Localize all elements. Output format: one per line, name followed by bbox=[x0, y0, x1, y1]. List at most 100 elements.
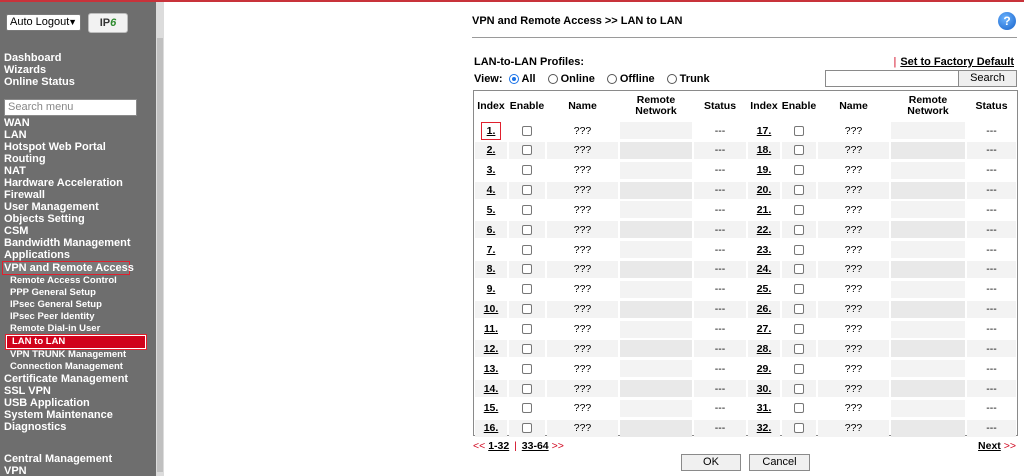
profile-index-link[interactable]: 2. bbox=[487, 144, 496, 156]
profile-index-link[interactable]: 19. bbox=[757, 164, 772, 176]
pager-next-arrow[interactable]: >> bbox=[552, 440, 564, 452]
cancel-button[interactable]: Cancel bbox=[749, 454, 810, 471]
menu-item-ssl-vpn[interactable]: SSL VPN bbox=[4, 385, 146, 397]
submenu-item-lan-to-lan[interactable]: LAN to LAN bbox=[5, 334, 147, 350]
profile-index-link[interactable]: 22. bbox=[757, 224, 772, 236]
enable-checkbox[interactable] bbox=[794, 304, 804, 315]
menu-item-applications[interactable]: Applications bbox=[4, 249, 146, 261]
menu-item-objects-setting[interactable]: Objects Setting bbox=[4, 213, 146, 225]
profile-search-input[interactable] bbox=[825, 70, 959, 87]
enable-checkbox[interactable] bbox=[794, 204, 804, 215]
menu-item-user-management[interactable]: User Management bbox=[4, 201, 146, 213]
profile-index-link[interactable]: 31. bbox=[757, 402, 772, 414]
menu-item-system-maintenance[interactable]: System Maintenance bbox=[4, 409, 146, 421]
menu-item-diagnostics[interactable]: Diagnostics bbox=[4, 421, 146, 433]
submenu-item-ppp-general-setup[interactable]: PPP General Setup bbox=[4, 287, 146, 299]
profile-index-link[interactable]: 17. bbox=[757, 125, 772, 137]
page-link-33-64[interactable]: 33-64 bbox=[522, 440, 549, 452]
enable-checkbox[interactable] bbox=[794, 145, 804, 156]
menu-item-bandwidth-management[interactable]: Bandwidth Management bbox=[4, 237, 146, 249]
profile-index-link[interactable]: 3. bbox=[487, 164, 496, 176]
enable-checkbox[interactable] bbox=[794, 324, 804, 334]
profile-index-link[interactable]: 28. bbox=[757, 343, 772, 355]
next-page-link[interactable]: Next bbox=[978, 440, 1001, 452]
profile-index-link[interactable]: 1. bbox=[480, 121, 502, 140]
profile-index-link[interactable]: 13. bbox=[484, 363, 499, 375]
view-radio-offline[interactable] bbox=[606, 74, 617, 84]
enable-checkbox[interactable] bbox=[794, 284, 804, 295]
search-button[interactable]: Search bbox=[958, 70, 1017, 87]
view-radio-all[interactable] bbox=[508, 74, 519, 84]
submenu-item-ipsec-general-setup[interactable]: IPsec General Setup bbox=[4, 299, 146, 311]
enable-checkbox[interactable] bbox=[794, 264, 804, 275]
enable-checkbox[interactable] bbox=[522, 244, 532, 255]
enable-checkbox[interactable] bbox=[522, 423, 532, 434]
page-link-1-32[interactable]: 1-32 bbox=[488, 440, 509, 452]
menu-item-nat[interactable]: NAT bbox=[4, 165, 146, 177]
profile-index-link[interactable]: 21. bbox=[757, 204, 772, 216]
menu-item-firewall[interactable]: Firewall bbox=[4, 189, 146, 201]
enable-checkbox[interactable] bbox=[522, 165, 532, 176]
submenu-item-ipsec-peer-identity[interactable]: IPsec Peer Identity bbox=[4, 311, 146, 323]
help-icon[interactable]: ? bbox=[998, 12, 1016, 30]
enable-checkbox[interactable] bbox=[794, 403, 804, 414]
ipv6-icon[interactable]: IP6 bbox=[88, 13, 128, 33]
ok-button[interactable]: OK bbox=[681, 454, 741, 471]
menu-item-dashboard[interactable]: Dashboard bbox=[4, 52, 75, 64]
enable-checkbox[interactable] bbox=[794, 125, 804, 136]
menu-item-wan[interactable]: WAN bbox=[4, 117, 146, 129]
menu-item-vpn-remote-access[interactable]: VPN and Remote Access bbox=[2, 261, 134, 275]
pager-prev-arrow[interactable]: << bbox=[473, 440, 485, 452]
next-page-arrow[interactable]: >> bbox=[1004, 440, 1016, 452]
profile-index-link[interactable]: 4. bbox=[487, 184, 496, 196]
profile-index-link[interactable]: 32. bbox=[757, 422, 772, 434]
menu-item-csm[interactable]: CSM bbox=[4, 225, 146, 237]
profile-index-link[interactable]: 9. bbox=[487, 283, 496, 295]
menu-item-usb-application[interactable]: USB Application bbox=[4, 397, 146, 409]
menu-item-wizards[interactable]: Wizards bbox=[4, 64, 75, 76]
search-menu-input[interactable]: Search menu bbox=[4, 99, 137, 116]
menu-item-lan[interactable]: LAN bbox=[4, 129, 146, 141]
enable-checkbox[interactable] bbox=[522, 403, 532, 414]
profile-index-link[interactable]: 23. bbox=[757, 244, 772, 256]
submenu-item-remote-dial-in-user[interactable]: Remote Dial-in User bbox=[4, 323, 146, 335]
profile-index-link[interactable]: 24. bbox=[757, 263, 772, 275]
profile-index-link[interactable]: 25. bbox=[757, 283, 772, 295]
submenu-item-remote-access-control[interactable]: Remote Access Control bbox=[4, 275, 146, 287]
view-radio-trunk[interactable] bbox=[666, 74, 677, 84]
profile-index-link[interactable]: 10. bbox=[484, 303, 499, 315]
menu-item-hardware-acceleration[interactable]: Hardware Acceleration bbox=[4, 177, 146, 189]
enable-checkbox[interactable] bbox=[794, 185, 804, 196]
menu-item-vpn[interactable]: VPN bbox=[4, 465, 112, 476]
menu-item-hotspot-web-portal[interactable]: Hotspot Web Portal bbox=[4, 141, 146, 153]
profile-index-link[interactable]: 20. bbox=[757, 184, 772, 196]
enable-checkbox[interactable] bbox=[794, 244, 804, 255]
auto-logout-select[interactable]: Auto Logout ▼ bbox=[6, 14, 81, 31]
enable-checkbox[interactable] bbox=[522, 324, 532, 334]
profile-index-link[interactable]: 5. bbox=[487, 204, 496, 216]
profile-index-link[interactable]: 29. bbox=[757, 363, 772, 375]
profile-index-link[interactable]: 26. bbox=[757, 303, 772, 315]
enable-checkbox[interactable] bbox=[794, 363, 804, 374]
enable-checkbox[interactable] bbox=[794, 224, 804, 235]
menu-item-central-management[interactable]: Central Management bbox=[4, 453, 112, 465]
profile-index-link[interactable]: 7. bbox=[487, 244, 496, 256]
profile-index-link[interactable]: 30. bbox=[757, 383, 772, 395]
enable-checkbox[interactable] bbox=[522, 185, 532, 196]
enable-checkbox[interactable] bbox=[522, 304, 532, 315]
submenu-item-vpn-trunk-management[interactable]: VPN TRUNK Management bbox=[4, 349, 146, 361]
profile-index-link[interactable]: 12. bbox=[484, 343, 499, 355]
enable-checkbox[interactable] bbox=[794, 343, 804, 354]
profile-index-link[interactable]: 16. bbox=[484, 422, 499, 434]
submenu-item-connection-management[interactable]: Connection Management bbox=[4, 361, 146, 373]
profile-index-link[interactable]: 27. bbox=[757, 323, 772, 335]
enable-checkbox[interactable] bbox=[522, 264, 532, 275]
enable-checkbox[interactable] bbox=[522, 145, 532, 156]
enable-checkbox[interactable] bbox=[794, 165, 804, 176]
enable-checkbox[interactable] bbox=[522, 363, 532, 374]
enable-checkbox[interactable] bbox=[522, 204, 532, 215]
sidebar-scrollbar[interactable] bbox=[156, 2, 164, 476]
enable-checkbox[interactable] bbox=[522, 224, 532, 235]
enable-checkbox[interactable] bbox=[522, 125, 532, 136]
view-radio-online[interactable] bbox=[547, 74, 558, 84]
